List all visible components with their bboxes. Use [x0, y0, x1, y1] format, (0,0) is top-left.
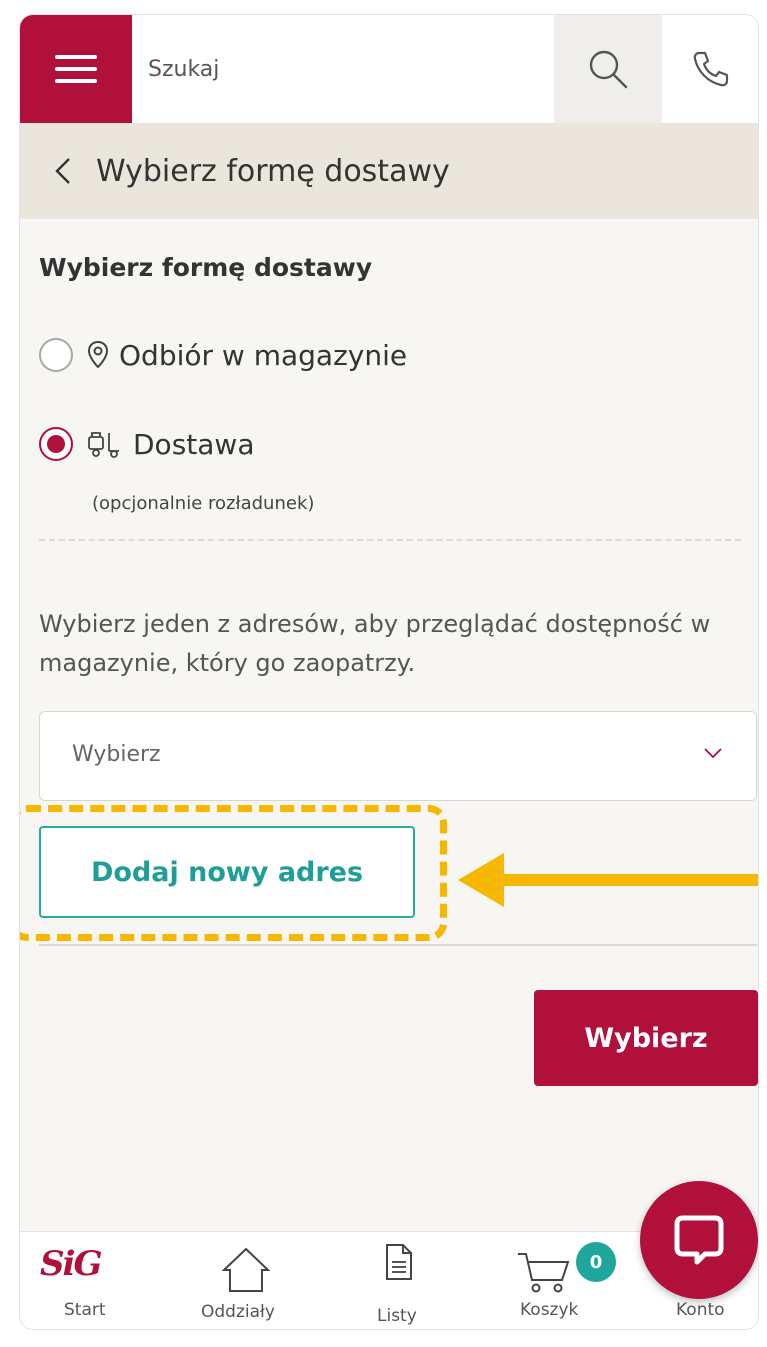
delivery-radio[interactable] [39, 427, 73, 461]
page-header: Wybierz formę dostawy [20, 123, 758, 219]
section-title: Wybierz formę dostawy [39, 253, 373, 282]
home-icon [221, 1247, 271, 1292]
nav-label-lists: Listy [377, 1306, 417, 1326]
location-pin-icon [87, 340, 109, 370]
highlight-box [20, 805, 447, 941]
nav-item-cart[interactable]: 0 Koszyk [498, 1232, 618, 1329]
sig-logo: SiG [40, 1244, 102, 1284]
address-info-text: Wybierz jeden z adresów, aby przeglądać … [39, 610, 711, 677]
delivery-sublabel: (opcjonalnie rozładunek) [92, 493, 315, 514]
divider [39, 944, 757, 946]
cart-icon [518, 1253, 570, 1293]
arrow-left-icon [458, 853, 758, 907]
document-icon [386, 1244, 412, 1280]
phone-icon [693, 51, 729, 87]
cart-count-badge: 0 [576, 1242, 616, 1282]
pickup-label: Odbiór w magazynie [119, 338, 408, 372]
menu-line [55, 79, 97, 83]
nav-label-account: Konto [676, 1300, 725, 1320]
nav-label-branches: Oddziały [201, 1302, 275, 1322]
search-input[interactable] [148, 49, 528, 89]
hamburger-menu-button[interactable] [20, 15, 132, 123]
delivery-truck-icon [87, 429, 123, 459]
nav-label-start: Start [64, 1300, 106, 1320]
submit-button[interactable]: Wybierz [534, 990, 758, 1086]
app-frame: Wybierz formę dostawy Wybierz formę dost… [19, 14, 759, 1330]
search-icon [589, 50, 628, 89]
chevron-down-icon [704, 748, 722, 759]
divider [39, 539, 741, 541]
page-title: Wybierz formę dostawy [96, 153, 450, 189]
phone-button[interactable] [662, 15, 758, 123]
chevron-left-icon [55, 158, 70, 184]
nav-label-cart: Koszyk [520, 1300, 579, 1320]
address-select[interactable]: Wybierz [39, 711, 757, 801]
sig-logo-text: SiG [40, 1244, 102, 1284]
nav-item-lists[interactable]: Listy [350, 1232, 450, 1329]
menu-line [55, 55, 97, 59]
address-select-value: Wybierz [72, 742, 161, 767]
nav-item-branches[interactable]: Oddziały [185, 1232, 305, 1329]
menu-line [55, 67, 97, 71]
submit-label: Wybierz [584, 1022, 708, 1054]
chat-bubble-icon [674, 1215, 724, 1265]
top-bar [20, 15, 758, 123]
pickup-radio[interactable] [39, 338, 73, 372]
search-button[interactable] [554, 15, 662, 123]
delivery-option-pickup[interactable]: Odbiór w magazynie [39, 338, 407, 372]
delivery-label: Dostawa [133, 427, 255, 461]
chat-button[interactable] [640, 1181, 758, 1299]
nav-item-start[interactable]: SiG Start [30, 1232, 130, 1329]
delivery-option-delivery[interactable]: Dostawa [39, 427, 254, 461]
back-button[interactable] [54, 153, 78, 189]
